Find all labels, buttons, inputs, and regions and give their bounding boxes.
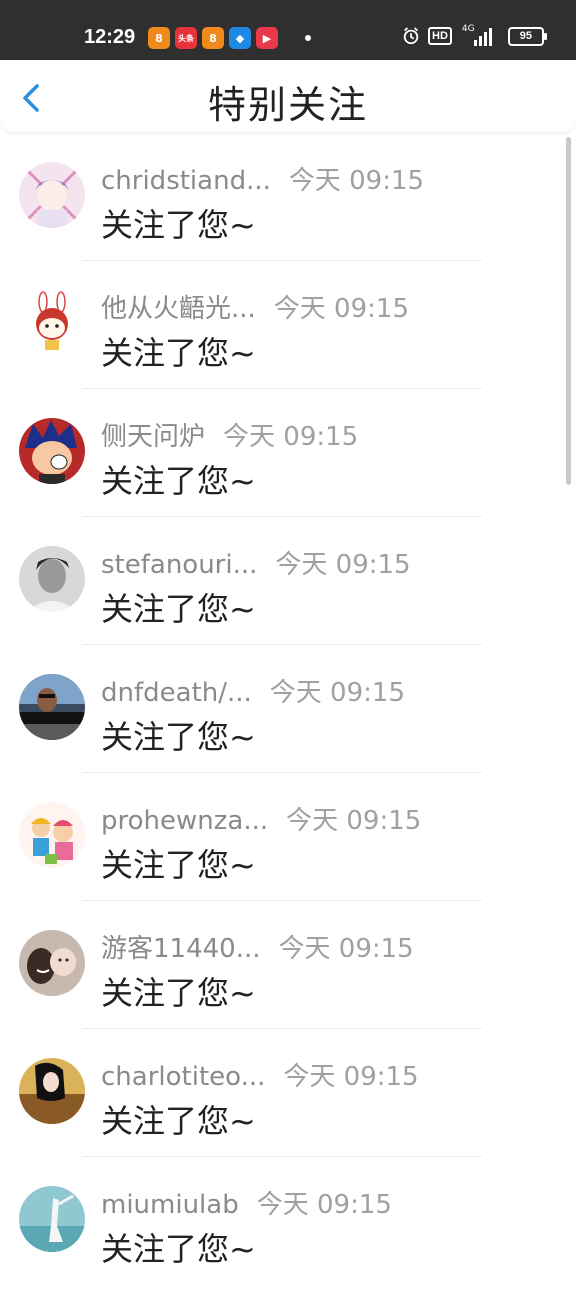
- network-type: 4G: [461, 24, 475, 34]
- divider: [82, 260, 482, 261]
- avatar[interactable]: [19, 802, 85, 868]
- list-item[interactable]: dnfdeath/... 今天 09:15 关注了您~: [0, 652, 560, 780]
- list-item[interactable]: stefanouri... 今天 09:15 关注了您~: [0, 524, 560, 652]
- timestamp: 今天 09:15: [223, 422, 359, 452]
- item-name-line: prohewnza... 今天 09:15: [101, 800, 421, 837]
- avatar[interactable]: [19, 290, 85, 356]
- list-item[interactable]: 游客11440... 今天 09:15 关注了您~: [0, 908, 560, 1036]
- list-item[interactable]: chridstiand... 今天 09:15 关注了您~: [0, 140, 560, 268]
- follower-list: chridstiand... 今天 09:15 关注了您~ 他从火齬光... 今天 …: [0, 137, 576, 1280]
- app-icon-5: ▶: [256, 27, 278, 49]
- divider: [82, 1028, 482, 1029]
- toutiao-icon: 头条: [175, 27, 197, 49]
- username: 游客11440...: [101, 934, 261, 964]
- list-item[interactable]: 侧天问炉 今天 09:15 关注了您~: [0, 396, 560, 524]
- message-text: 关注了您~: [101, 334, 256, 372]
- avatar[interactable]: [19, 162, 85, 228]
- timestamp: 今天 09:15: [288, 166, 425, 196]
- item-name-line: stefanouri... 今天 09:15: [101, 544, 411, 581]
- more-notifications-dot: [305, 35, 311, 41]
- list-item[interactable]: charlotiteo... 今天 09:15 关注了您~: [0, 1036, 560, 1164]
- avatar[interactable]: [19, 674, 85, 740]
- timestamp: 今天 09:15: [278, 934, 414, 964]
- avatar[interactable]: [19, 418, 85, 484]
- timestamp: 今天 09:15: [283, 1062, 419, 1092]
- status-bar: 12:29 8 头条 8 ◆ ▶ HD 4G 95: [0, 0, 576, 60]
- message-text: 关注了您~: [101, 590, 256, 628]
- app-icon-4: ◆: [229, 27, 251, 49]
- divider: [82, 1156, 482, 1157]
- timestamp: 今天 09:15: [256, 1190, 392, 1220]
- signal-icon: 4G: [460, 24, 494, 46]
- app-icon-3: 8: [202, 27, 224, 49]
- message-text: 关注了您~: [101, 206, 256, 244]
- scrollbar[interactable]: [566, 137, 571, 485]
- divider: [82, 900, 482, 901]
- message-text: 关注了您~: [101, 1230, 256, 1268]
- page-title: 特别关注: [207, 83, 368, 127]
- message-text: 关注了您~: [101, 1102, 256, 1140]
- item-name-line: charlotiteo... 今天 09:15: [101, 1056, 419, 1093]
- item-name-line: 游客11440... 今天 09:15: [101, 928, 414, 965]
- message-text: 关注了您~: [101, 846, 256, 884]
- item-name-line: 侧天问炉 今天 09:15: [101, 416, 358, 453]
- username: miumiulab: [101, 1190, 239, 1220]
- list-item[interactable]: miumiulab 今天 09:15 关注了您~: [0, 1164, 560, 1292]
- status-time: 12:29: [84, 26, 136, 48]
- username: 侧天问炉: [101, 422, 206, 452]
- timestamp: 今天 09:15: [273, 294, 409, 324]
- app-icon-1: 8: [148, 27, 170, 49]
- username: chridstiand...: [101, 166, 271, 196]
- battery-level: 95: [519, 29, 533, 42]
- item-name-line: miumiulab 今天 09:15: [101, 1184, 392, 1221]
- list-item[interactable]: prohewnza... 今天 09:15 关注了您~: [0, 780, 560, 908]
- item-name-line: 他从火齬光... 今天 09:15: [101, 288, 409, 325]
- timestamp: 今天 09:15: [275, 550, 411, 580]
- header: 特别关注: [0, 60, 576, 132]
- divider: [82, 516, 482, 517]
- battery-icon: 95: [507, 26, 547, 46]
- item-name-line: dnfdeath/... 今天 09:15: [101, 672, 405, 709]
- message-text: 关注了您~: [101, 974, 256, 1012]
- timestamp: 今天 09:15: [269, 678, 405, 708]
- timestamp: 今天 09:15: [286, 806, 422, 836]
- avatar[interactable]: [19, 546, 85, 612]
- username: charlotiteo...: [101, 1062, 266, 1092]
- username: prohewnza...: [101, 806, 269, 836]
- divider: [82, 388, 482, 389]
- notification-icons: 8 头条 8 ◆ ▶: [148, 27, 311, 49]
- avatar[interactable]: [19, 1186, 85, 1252]
- avatar[interactable]: [19, 1058, 85, 1124]
- item-name-line: chridstiand... 今天 09:15: [101, 160, 424, 197]
- username: 他从火齬光...: [101, 294, 256, 324]
- divider: [82, 772, 482, 773]
- divider: [82, 644, 482, 645]
- list-item[interactable]: 他从火齬光... 今天 09:15 关注了您~: [0, 268, 560, 396]
- username: stefanouri...: [101, 550, 258, 580]
- alarm-icon: [403, 27, 419, 45]
- hd-badge: HD: [428, 27, 452, 45]
- status-indicators: HD 4G 95: [402, 24, 547, 46]
- avatar[interactable]: [19, 930, 85, 996]
- message-text: 关注了您~: [101, 718, 256, 756]
- username: dnfdeath/...: [101, 678, 252, 708]
- message-text: 关注了您~: [101, 462, 256, 500]
